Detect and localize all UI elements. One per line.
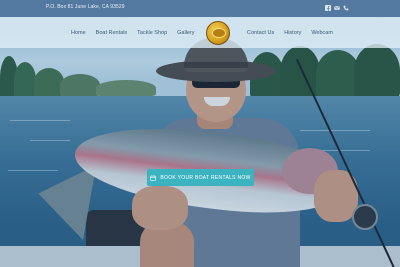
nav-item-history[interactable]: History — [284, 30, 301, 36]
nav-item-gallery[interactable]: Gallery — [177, 30, 194, 36]
nav-item-boat-rentals[interactable]: Boat Rentals — [96, 30, 128, 36]
calendar-icon — [150, 174, 157, 181]
address-text: P.O. Box 81 June Lake, CA 93529 — [46, 4, 125, 10]
book-boat-rentals-button[interactable]: BOOK YOUR BOAT RENTALS NOW — [147, 169, 254, 186]
logo-emblem — [212, 28, 226, 38]
marina-logo-icon[interactable] — [206, 21, 230, 45]
nav-left-group: Home Boat Rentals Tackle Shop Gallery — [71, 30, 205, 36]
top-contact-bar: P.O. Box 81 June Lake, CA 93529 — [0, 0, 400, 17]
nav-item-contact-us[interactable]: Contact Us — [247, 30, 274, 36]
email-icon[interactable] — [334, 5, 340, 11]
nav-item-webcam[interactable]: Webcam — [311, 30, 333, 36]
nav-right-group: Contact Us History Webcam — [247, 30, 343, 36]
social-icons — [325, 5, 349, 11]
nav-item-tackle-shop[interactable]: Tackle Shop — [137, 30, 167, 36]
cta-label: BOOK YOUR BOAT RENTALS NOW — [160, 174, 251, 181]
phone-icon[interactable] — [343, 5, 349, 11]
main-nav: Home Boat Rentals Tackle Shop Gallery Co… — [0, 17, 400, 48]
facebook-icon[interactable] — [325, 5, 331, 11]
nav-item-home[interactable]: Home — [71, 30, 86, 36]
